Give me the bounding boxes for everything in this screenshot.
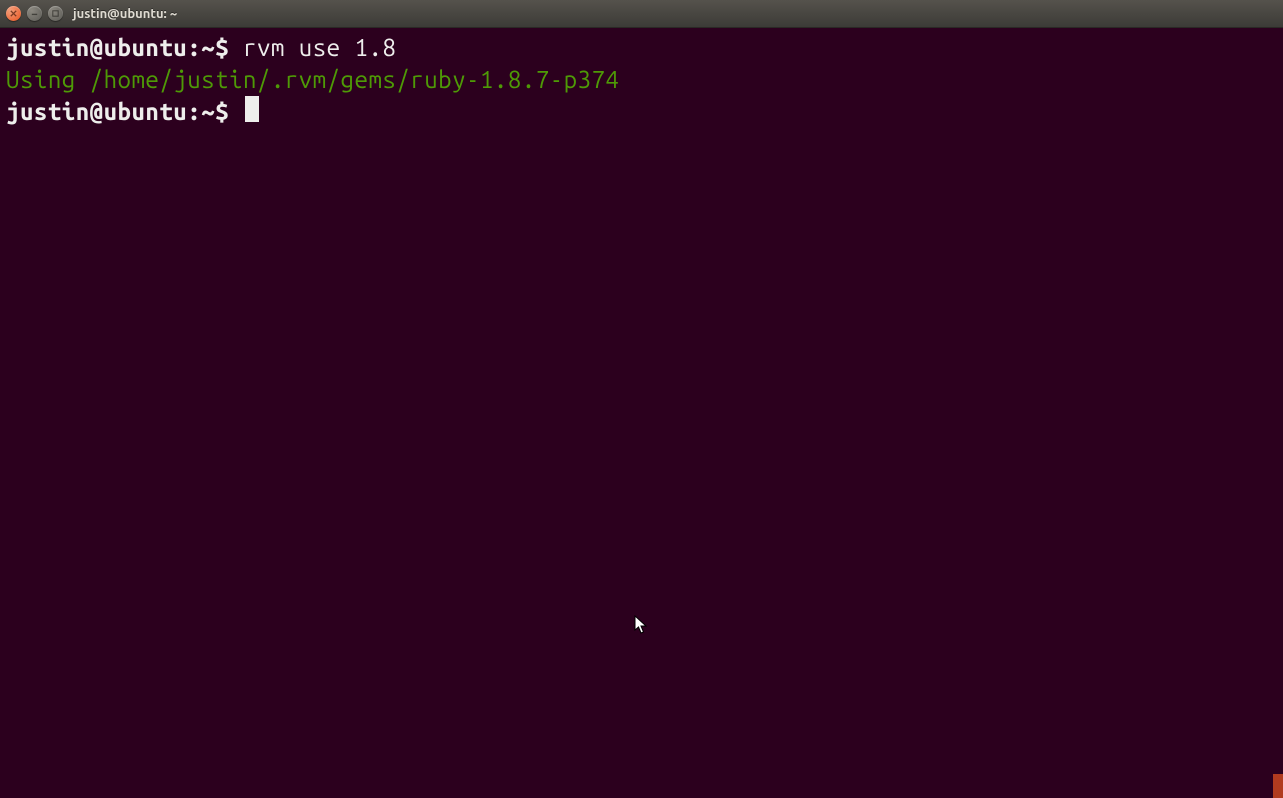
window-controls (6, 6, 63, 21)
minimize-button[interactable] (27, 6, 42, 21)
current-prompt-line: justin@ubuntu:~$ (6, 96, 1277, 128)
close-button[interactable] (6, 6, 21, 21)
maximize-icon (51, 9, 60, 18)
scrollbar-thumb[interactable] (1273, 774, 1283, 798)
terminal-window: justin@ubuntu: ~ justin@ubuntu:~$ rvm us… (0, 0, 1283, 798)
mouse-cursor-icon (634, 615, 648, 635)
command-text (229, 34, 243, 61)
prompt-space (229, 98, 243, 125)
text-cursor (245, 96, 259, 122)
prompt-symbol: $ (215, 98, 229, 125)
prompt-user-host: justin@ubuntu (6, 98, 187, 125)
output-line: Using /home/justin/.rvm/gems/ruby-1.8.7-… (6, 64, 1277, 96)
prompt-colon: : (187, 98, 201, 125)
prompt-path: ~ (201, 98, 215, 125)
terminal-output-area[interactable]: justin@ubuntu:~$ rvm use 1.8 Using /home… (0, 28, 1283, 798)
maximize-button[interactable] (48, 6, 63, 21)
prompt-user-host: justin@ubuntu (6, 34, 187, 61)
prompt-path: ~ (201, 34, 215, 61)
minimize-icon (30, 9, 39, 18)
close-icon (9, 9, 18, 18)
command-line: justin@ubuntu:~$ rvm use 1.8 (6, 32, 1277, 64)
prompt-symbol: $ (215, 34, 229, 61)
window-title: justin@ubuntu: ~ (73, 7, 177, 21)
titlebar[interactable]: justin@ubuntu: ~ (0, 0, 1283, 28)
command-text: rvm use 1.8 (243, 34, 396, 61)
prompt-colon: : (187, 34, 201, 61)
